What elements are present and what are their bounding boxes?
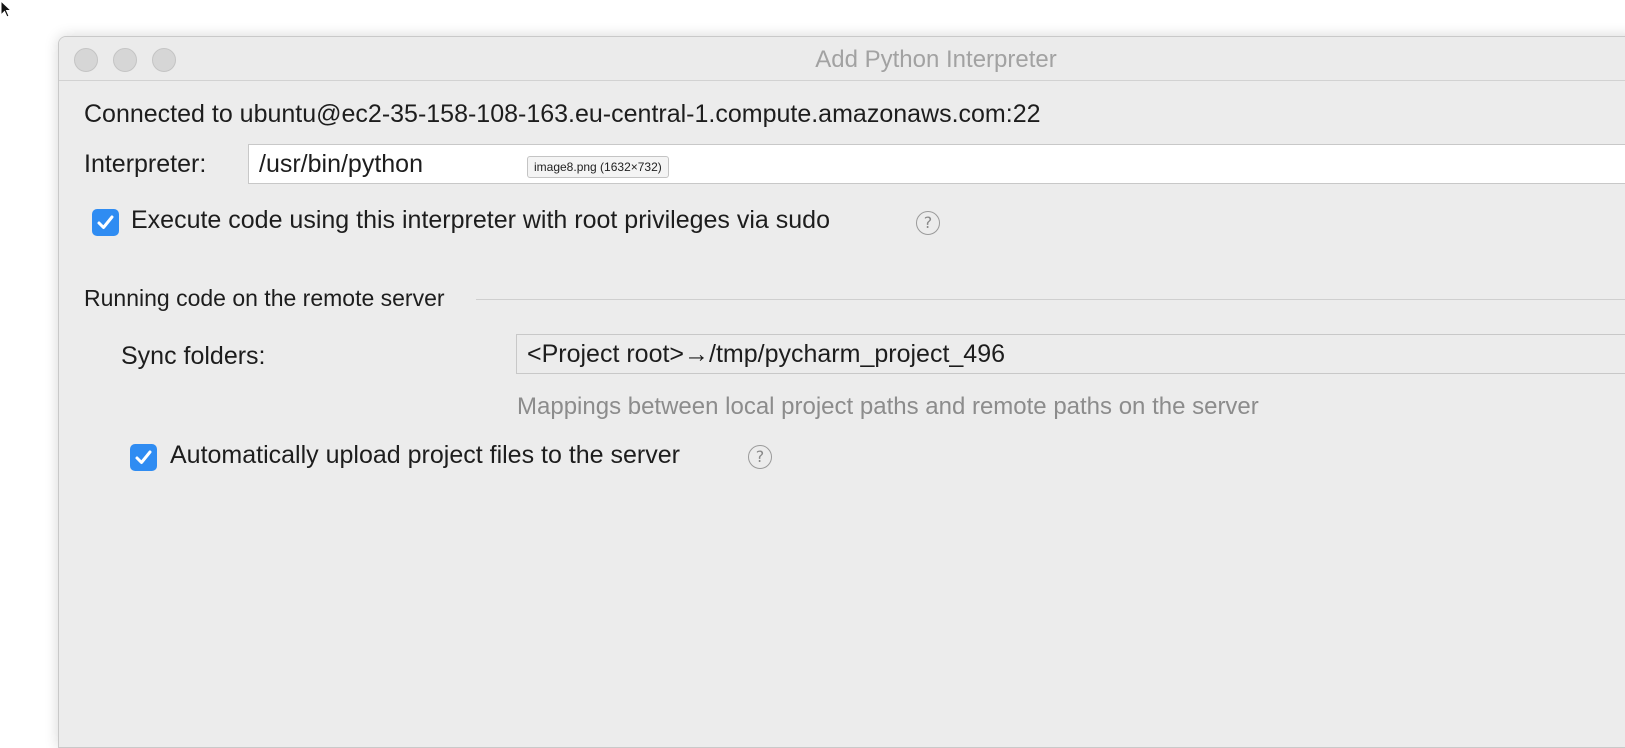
mouse-pointer-icon bbox=[0, 0, 13, 18]
title-bar: Add Python Interpreter bbox=[59, 37, 1625, 81]
interpreter-label: Interpreter: bbox=[84, 150, 207, 178]
dialog-content: Connected to ubuntu@ec2-35-158-108-163.e… bbox=[59, 81, 1625, 747]
interpreter-path-field[interactable]: /usr/bin/python image8.png (1632×732) bbox=[248, 144, 1625, 184]
image-tooltip: image8.png (1632×732) bbox=[527, 156, 669, 178]
window-title: Add Python Interpreter bbox=[815, 46, 1057, 73]
checkmark-icon bbox=[135, 450, 152, 464]
sync-folders-label: Sync folders: bbox=[121, 342, 266, 370]
sudo-checkbox[interactable] bbox=[92, 209, 119, 236]
sync-folders-value: <Project root>→/tmp/pycharm_project_496 bbox=[527, 340, 1006, 368]
zoom-window-button[interactable] bbox=[152, 48, 176, 72]
sync-folders-field[interactable]: <Project root>→/tmp/pycharm_project_496 bbox=[516, 334, 1625, 374]
auto-upload-checkbox-label[interactable]: Automatically upload project files to th… bbox=[170, 441, 680, 470]
sync-folders-hint: Mappings between local project paths and… bbox=[517, 393, 1259, 420]
connection-status-text: Connected to ubuntu@ec2-35-158-108-163.e… bbox=[84, 100, 1041, 128]
section-divider bbox=[476, 299, 1625, 300]
remote-section-title: Running code on the remote server bbox=[84, 285, 445, 311]
add-python-interpreter-dialog: Add Python Interpreter Connected to ubun… bbox=[58, 36, 1625, 748]
checkmark-icon bbox=[97, 215, 114, 229]
interpreter-path-value: /usr/bin/python bbox=[259, 150, 423, 178]
sudo-help-icon[interactable]: ? bbox=[916, 211, 940, 235]
sudo-checkbox-label[interactable]: Execute code using this interpreter with… bbox=[131, 206, 830, 235]
auto-upload-checkbox[interactable] bbox=[130, 444, 157, 471]
close-window-button[interactable] bbox=[74, 48, 98, 72]
auto-upload-help-icon[interactable]: ? bbox=[748, 445, 772, 469]
minimize-window-button[interactable] bbox=[113, 48, 137, 72]
